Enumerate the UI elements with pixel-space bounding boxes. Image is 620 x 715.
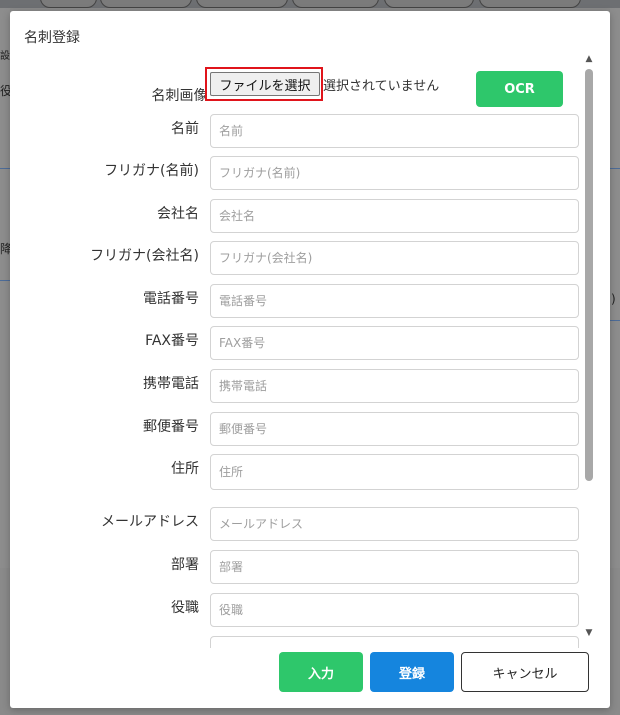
register-button[interactable]: 登録 <box>370 652 454 692</box>
mobile-input[interactable] <box>210 369 579 403</box>
name-label: 名前 <box>171 121 199 137</box>
company-kana-input[interactable] <box>210 241 579 275</box>
form-row-name-kana: フリガナ(名前) <box>10 156 592 192</box>
phone-label: 電話番号 <box>143 291 199 307</box>
address-label: 住所 <box>171 461 199 477</box>
phone-input[interactable] <box>210 284 579 318</box>
background-divider <box>610 320 620 321</box>
form-row-position: 役職 <box>10 593 592 629</box>
background-tab <box>100 0 192 8</box>
name-input[interactable] <box>210 114 579 148</box>
position-label: 役職 <box>171 600 199 616</box>
background-text: 設 <box>0 51 10 62</box>
department-label: 部署 <box>171 557 199 573</box>
background-tab <box>479 0 581 8</box>
background-divider <box>0 168 10 169</box>
postal-code-label: 郵便番号 <box>143 419 199 435</box>
background-right-panel <box>610 8 620 568</box>
mobile-label: 携帯電話 <box>143 376 199 392</box>
fax-label: FAX番号 <box>145 333 199 349</box>
background-text: ) <box>611 292 616 306</box>
name-kana-label: フリガナ(名前) <box>104 163 199 179</box>
company-label: 会社名 <box>157 206 199 222</box>
address-input[interactable] <box>210 454 579 490</box>
form-row-mobile: 携帯電話 <box>10 369 592 405</box>
fax-input[interactable] <box>210 326 579 360</box>
background-divider <box>610 168 620 169</box>
form-row-postal: 郵便番号 <box>10 412 592 448</box>
scroll-down-arrow-icon[interactable]: ▼ <box>584 627 594 639</box>
background-tab <box>384 0 474 8</box>
background-tab <box>40 0 97 8</box>
form-row-email: メールアドレス <box>10 507 592 543</box>
scrollbar-thumb[interactable] <box>585 69 593 481</box>
business-card-dialog: 名刺登録 名刺画像* ファイルを選択 選択されていません OCR 名前 フリガナ… <box>10 11 610 708</box>
email-label: メールアドレス <box>101 514 199 530</box>
input-button[interactable]: 入力 <box>279 652 363 692</box>
form-row-name: 名前 <box>10 114 592 150</box>
form-scrollbar[interactable]: ▲ ▼ <box>584 53 594 639</box>
company-input[interactable] <box>210 199 579 233</box>
background-tab <box>196 0 288 8</box>
department-input[interactable] <box>210 550 579 584</box>
postal-code-input[interactable] <box>210 412 579 446</box>
company-kana-label: フリガナ(会社名) <box>90 248 199 264</box>
form-row-company: 会社名 <box>10 199 592 235</box>
form-row-fax: FAX番号 <box>10 326 592 362</box>
position-input[interactable] <box>210 593 579 627</box>
next-field-input[interactable] <box>210 636 579 648</box>
name-kana-input[interactable] <box>210 156 579 190</box>
email-input[interactable] <box>210 507 579 541</box>
form-row-next <box>10 636 592 648</box>
cancel-button[interactable]: キャンセル <box>461 652 589 692</box>
form-row-department: 部署 <box>10 550 592 586</box>
background-tab <box>292 0 379 8</box>
background-divider <box>0 280 10 281</box>
form-scroll-area[interactable]: 名前 フリガナ(名前) 会社名 フリガナ(会社名) 電話番号 FAX番号 携帯電… <box>10 66 592 648</box>
scroll-up-arrow-icon[interactable]: ▲ <box>584 53 594 65</box>
form-row-address: 住所 <box>10 454 592 490</box>
form-row-company-kana: フリガナ(会社名) <box>10 241 592 277</box>
dialog-title: 名刺登録 <box>24 30 80 46</box>
form-row-phone: 電話番号 <box>10 284 592 320</box>
